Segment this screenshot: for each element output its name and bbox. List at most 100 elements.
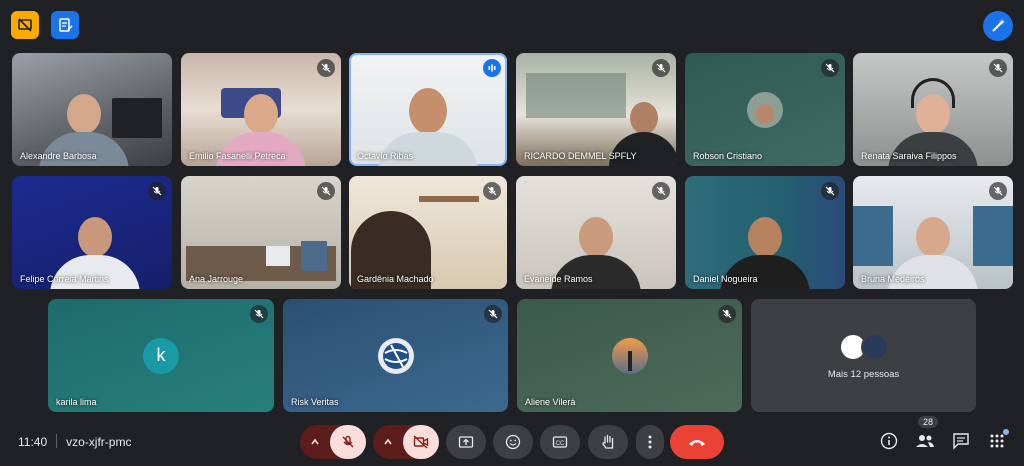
mic-muted-indicator (148, 182, 166, 200)
hangup-icon (689, 440, 705, 446)
mic-muted-indicator (652, 182, 670, 200)
avatar (860, 333, 889, 361)
mic-off-icon (993, 63, 1003, 73)
participant-name: Daniel Nogueira (693, 274, 758, 284)
participant-name: Felipe Correia Martins (20, 274, 109, 284)
mic-muted-indicator (821, 59, 839, 77)
mic-muted-indicator (821, 182, 839, 200)
avatar (611, 337, 648, 374)
info-icon (880, 432, 898, 450)
reactions-button[interactable] (493, 425, 533, 459)
participant-tile[interactable]: Risk Veritas (283, 299, 508, 412)
participant-tile[interactable]: Emilio Fasanelli Petreca (181, 53, 341, 166)
more-vert-icon (648, 435, 652, 449)
meet-window: Alexandre Barbosa Emilio Fasanelli Petre… (0, 0, 1024, 466)
present-screen-icon (458, 436, 474, 448)
notification-dot (1003, 429, 1009, 435)
more-people-avatars (838, 333, 889, 361)
participant-tile[interactable]: Bruna Medeiros (853, 176, 1013, 289)
mic-off-icon (993, 186, 1003, 196)
participant-name: Renata Saraiva Filippos (861, 151, 957, 161)
raise-hand-button[interactable] (588, 425, 628, 459)
people-count-badge: 28 (918, 416, 939, 428)
chat-button[interactable] (948, 428, 974, 454)
camera-control (373, 425, 439, 459)
participant-name: Ana Jarrouge (189, 274, 244, 284)
mic-muted-indicator (317, 182, 335, 200)
mic-muted-indicator (484, 305, 502, 323)
avatar: k (143, 337, 179, 374)
participant-tile[interactable]: Gardênia Machado (349, 176, 507, 289)
present-screen-button[interactable] (446, 425, 486, 459)
more-options-button[interactable] (636, 425, 664, 459)
audio-options-button[interactable] (300, 425, 330, 459)
mic-off-icon (487, 186, 497, 196)
presentation-off-button[interactable] (11, 11, 39, 39)
mic-muted-indicator (989, 59, 1007, 77)
raise-hand-icon (602, 434, 614, 449)
mic-off-icon (254, 309, 264, 319)
participant-name: Alexandre Barbosa (20, 151, 97, 161)
activities-button[interactable] (984, 428, 1010, 454)
participant-tile[interactable]: Alexandre Barbosa (12, 53, 172, 166)
participant-tile[interactable]: Daniel Nogueira (685, 176, 845, 289)
mic-off-icon (825, 63, 835, 73)
avatar-letter: k (156, 345, 166, 365)
caret-up-icon (311, 438, 319, 445)
participant-tile-active-speaker[interactable]: Octavio Ribas (349, 53, 507, 166)
mic-off-icon (342, 435, 354, 448)
speaking-indicator (483, 59, 501, 77)
participant-tile[interactable]: Ana Jarrouge (181, 176, 341, 289)
magic-pen-icon (992, 19, 1005, 32)
mic-off-icon (656, 63, 666, 73)
participant-name: Octavio Ribas (357, 151, 414, 161)
people-button[interactable]: 28 (912, 416, 939, 454)
caret-up-icon (384, 438, 392, 445)
participant-tile[interactable]: Evaneide Ramos (516, 176, 676, 289)
mic-off-icon (152, 186, 162, 196)
participant-tile[interactable]: RICARDO DEMMEL SPFLY (516, 53, 676, 166)
notes-button[interactable] (51, 11, 79, 39)
participant-tile[interactable]: k karila lima (48, 299, 274, 412)
meeting-time: 11:40 (18, 435, 48, 449)
bottom-toolbar: 11:40 vzo-xjfr-pmc CC 28 (0, 416, 1024, 466)
chat-icon (953, 433, 969, 450)
participant-name: Evaneide Ramos (524, 274, 593, 284)
participant-name: Robson Cristiano (693, 151, 763, 161)
meeting-details-button[interactable] (876, 428, 902, 454)
captions-icon: CC (552, 436, 568, 448)
mic-off-icon (722, 309, 732, 319)
mic-muted-indicator (317, 59, 335, 77)
participant-name: karila lima (56, 397, 97, 407)
participant-tile[interactable]: Felipe Correia Martins (12, 176, 172, 289)
camera-toggle-button[interactable] (403, 425, 439, 459)
people-icon (916, 435, 934, 447)
more-people-tile[interactable]: Mais 12 pessoas (751, 299, 976, 412)
participant-name: Aliene Vilerá (525, 397, 576, 407)
mic-off-icon (488, 309, 498, 319)
participant-name: Emilio Fasanelli Petreca (189, 151, 286, 161)
emoji-icon (505, 434, 521, 450)
mic-toggle-button[interactable] (330, 425, 366, 459)
mic-muted-indicator (989, 182, 1007, 200)
meeting-info: 11:40 vzo-xjfr-pmc (18, 434, 131, 449)
mic-off-icon (321, 63, 331, 73)
participant-name: RICARDO DEMMEL SPFLY (524, 151, 637, 161)
camera-off-icon (413, 435, 429, 449)
edit-notes-icon (59, 18, 73, 32)
mic-off-icon (656, 186, 666, 196)
participant-tile[interactable]: Robson Cristiano (685, 53, 845, 166)
participant-name: Gardênia Machado (357, 274, 434, 284)
svg-text:CC: CC (556, 441, 565, 447)
participant-name: Risk Veritas (291, 397, 339, 407)
avatar (377, 337, 414, 374)
video-options-button[interactable] (373, 425, 403, 459)
meeting-code: vzo-xjfr-pmc (66, 435, 132, 449)
ai-assist-button[interactable] (983, 11, 1013, 41)
participant-tile[interactable]: Renata Saraiva Filippos (853, 53, 1013, 166)
mic-muted-indicator (483, 182, 501, 200)
leave-call-button[interactable] (670, 425, 724, 459)
avatar (747, 91, 783, 128)
participant-tile[interactable]: Aliene Vilerá (517, 299, 742, 412)
captions-button[interactable]: CC (540, 425, 580, 459)
